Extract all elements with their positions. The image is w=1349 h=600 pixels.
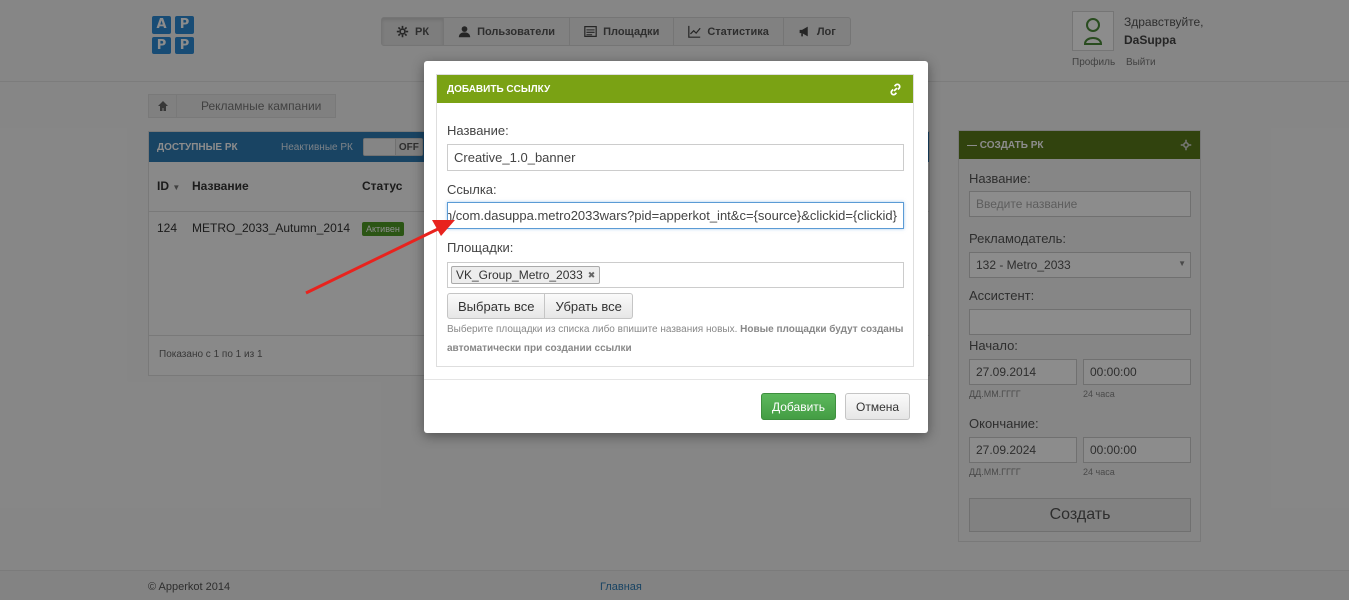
url-label: Ссылка: xyxy=(447,182,497,197)
dialog-title: ДОБАВИТЬ ССЫЛКУ xyxy=(447,83,551,95)
dialog-divider xyxy=(424,379,928,380)
remove-tag-icon[interactable]: ✖ xyxy=(588,270,596,281)
link-name-input[interactable]: Creative_1.0_banner xyxy=(447,144,904,171)
add-button[interactable]: Добавить xyxy=(761,393,837,420)
select-all-button[interactable]: Выбрать все xyxy=(447,293,546,319)
add-link-form: ДОБАВИТЬ ССЫЛКУ Название: Creative_1.0_b… xyxy=(436,74,914,367)
add-link-dialog: ДОБАВИТЬ ССЫЛКУ Название: Creative_1.0_b… xyxy=(424,61,928,433)
remove-all-button[interactable]: Убрать все xyxy=(545,293,633,319)
url-input[interactable]: om/com.dasuppa.metro2033wars?pid=apperko… xyxy=(447,202,904,229)
link-name-label: Название: xyxy=(447,123,509,138)
site-tag: VK_Group_Metro_2033 ✖ xyxy=(451,266,601,284)
sites-tag-input[interactable]: VK_Group_Metro_2033 ✖ xyxy=(447,262,904,288)
cancel-button[interactable]: Отмена xyxy=(845,393,911,420)
sites-hint: Выберите площадки из списка либо впишите… xyxy=(447,324,904,354)
dialog-header: ДОБАВИТЬ ССЫЛКУ xyxy=(437,75,913,103)
site-tag-label: VK_Group_Metro_2033 xyxy=(456,268,583,282)
site-selection-buttons: Выбрать все Убрать все xyxy=(447,293,633,319)
sites-label: Площадки: xyxy=(447,240,514,255)
link-icon xyxy=(890,83,901,95)
